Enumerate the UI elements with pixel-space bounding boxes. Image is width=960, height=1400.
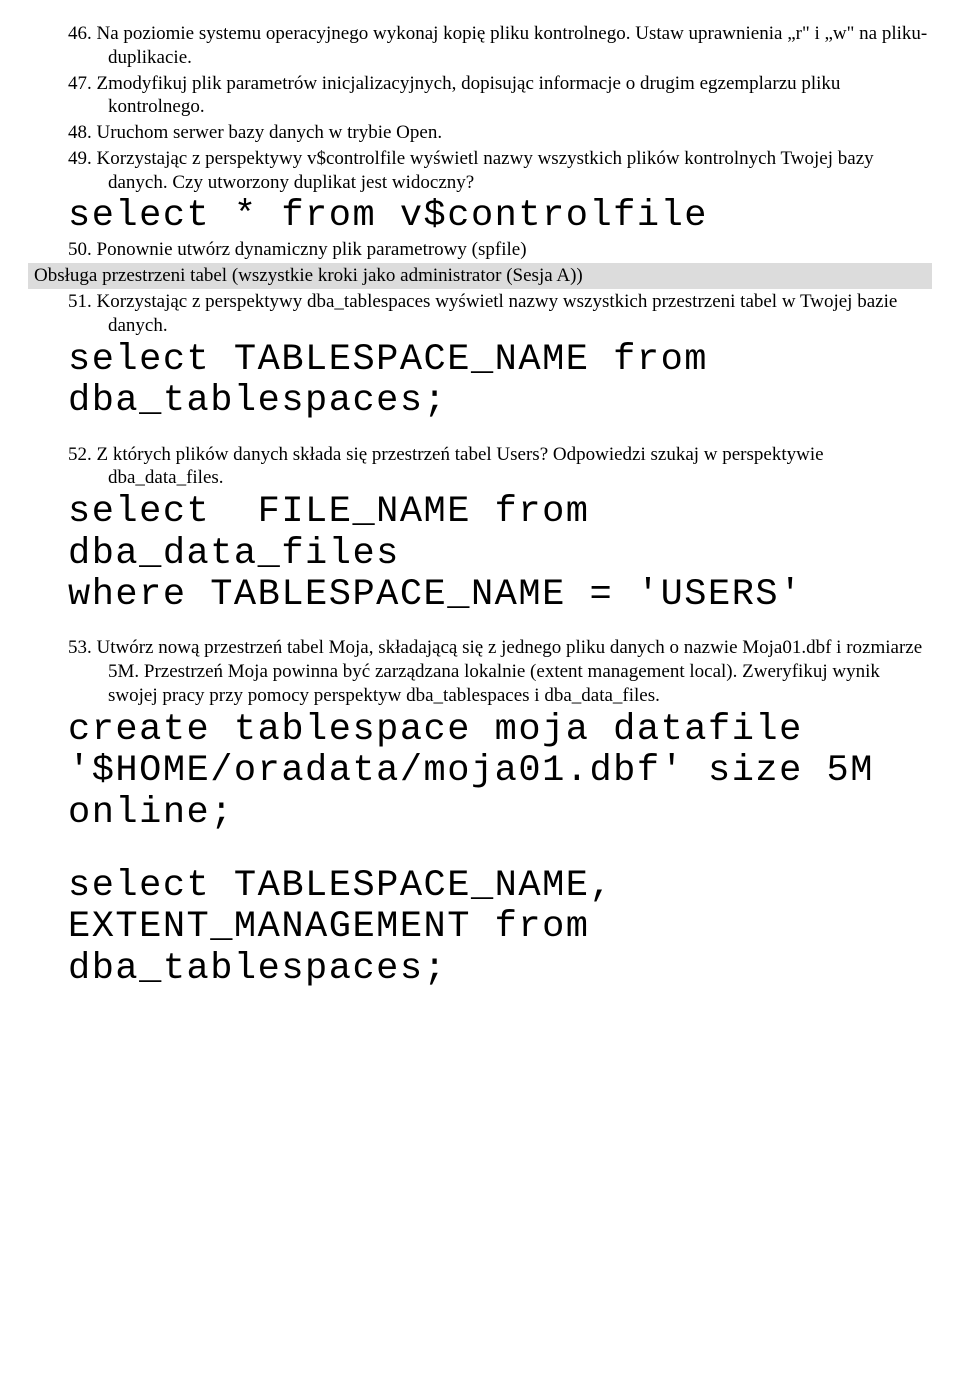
spacer [28, 834, 932, 866]
item-48: 48. Uruchom serwer bazy danych w trybie … [28, 121, 932, 145]
list-item: 47. Zmodyfikuj plik parametrów inicjaliz… [28, 72, 932, 120]
list-item: 51. Korzystając z perspektywy dba_tables… [28, 290, 932, 338]
item-46: 46. Na poziomie systemu operacyjnego wyk… [28, 22, 932, 70]
item-number: 53. [68, 637, 92, 658]
item-text: Zmodyfikuj plik parametrów inicjalizacyj… [97, 73, 841, 118]
code-block-49: select * from v$controlfile [28, 196, 932, 237]
list-item: 52. Z których plików danych składa się p… [28, 443, 932, 491]
item-text: Z których plików danych składa się przes… [97, 444, 824, 489]
code-block-52: select FILE_NAME from dba_data_files whe… [28, 492, 932, 616]
list-item: 48. Uruchom serwer bazy danych w trybie … [28, 121, 932, 145]
item-53: 53. Utwórz nową przestrzeń tabel Moja, s… [28, 636, 932, 707]
list-item: 46. Na poziomie systemu operacyjnego wyk… [28, 22, 932, 70]
code-block-51: select TABLESPACE_NAME from dba_tablespa… [28, 340, 932, 423]
section-header-tablespaces: Obsługa przestrzeni tabel (wszystkie kro… [28, 263, 932, 289]
item-number: 49. [68, 148, 92, 169]
item-50: 50. Ponownie utwórz dynamiczny plik para… [28, 238, 932, 262]
item-text: Na poziomie systemu operacyjnego wykonaj… [97, 23, 928, 68]
item-49: 49. Korzystając z perspektywy v$controlf… [28, 147, 932, 195]
spacer [28, 423, 932, 443]
list-item: 53. Utwórz nową przestrzeń tabel Moja, s… [28, 636, 932, 707]
item-text: Utwórz nową przestrzeń tabel Moja, skład… [97, 637, 923, 706]
spacer [28, 616, 932, 636]
item-number: 51. [68, 291, 92, 312]
item-47: 47. Zmodyfikuj plik parametrów inicjaliz… [28, 72, 932, 120]
item-number: 48. [68, 122, 92, 143]
item-number: 47. [68, 73, 92, 94]
item-number: 50. [68, 239, 92, 260]
list-item: 50. Ponownie utwórz dynamiczny plik para… [28, 238, 932, 262]
item-52: 52. Z których plików danych składa się p… [28, 443, 932, 491]
item-51: 51. Korzystając z perspektywy dba_tables… [28, 290, 932, 338]
item-text: Uruchom serwer bazy danych w trybie Open… [97, 122, 443, 143]
code-block-53b: select TABLESPACE_NAME, EXTENT_MANAGEMEN… [28, 866, 932, 990]
item-number: 46. [68, 23, 92, 44]
list-item: 49. Korzystając z perspektywy v$controlf… [28, 147, 932, 195]
item-text: Korzystając z perspektywy v$controlfile … [97, 148, 874, 193]
code-block-53a: create tablespace moja datafile '$HOME/o… [28, 710, 932, 834]
item-number: 52. [68, 444, 92, 465]
item-text: Ponownie utwórz dynamiczny plik parametr… [97, 239, 527, 260]
item-text: Korzystając z perspektywy dba_tablespace… [97, 291, 898, 336]
